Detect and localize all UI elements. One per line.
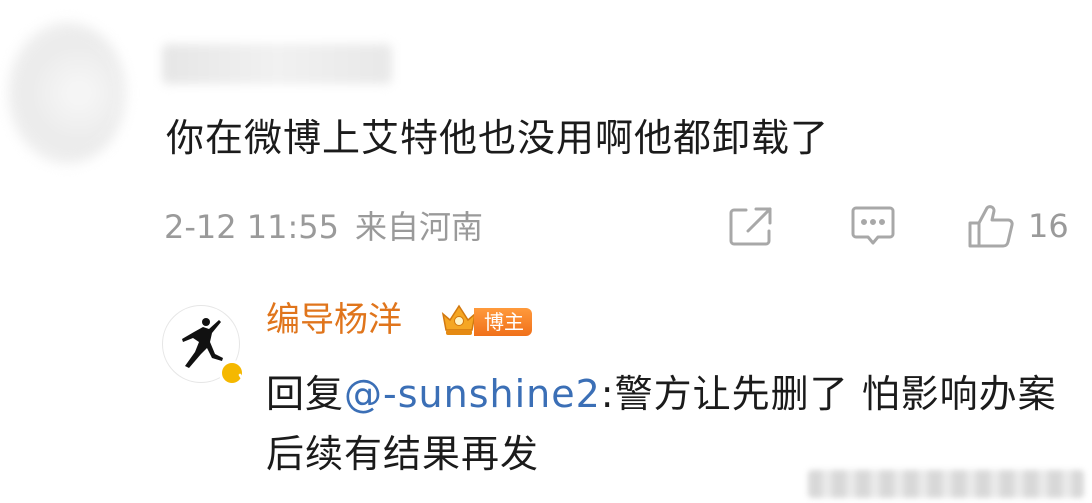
reply-button[interactable] [850, 204, 896, 248]
comment-text: 你在微博上艾特他也没用啊他都卸载了 [166, 116, 830, 160]
like-button[interactable]: 16 [966, 204, 1069, 248]
host-badge: 博主 [440, 304, 532, 340]
commenter-name-blurred[interactable] [162, 44, 392, 84]
comment-meta: 2-12 11:55 来自河南 [164, 205, 483, 249]
watermark-blurred [808, 470, 1084, 498]
share-icon [728, 205, 774, 247]
reply-author-name[interactable]: 编导杨洋 [266, 296, 402, 344]
comment-icon [850, 204, 896, 248]
share-button[interactable] [728, 204, 774, 248]
mention-link[interactable]: @-sunshine2 [344, 372, 601, 416]
verified-badge-icon [219, 360, 252, 386]
comment-location: 来自河南 [355, 208, 484, 246]
thumbs-up-icon [966, 203, 1016, 249]
like-count: 16 [1028, 207, 1069, 245]
comment-time: 2-12 11:55 [164, 208, 340, 246]
host-tag: 博主 [474, 308, 532, 336]
reply-author-avatar[interactable] [162, 305, 252, 386]
commenter-avatar-blurred[interactable] [8, 22, 126, 164]
reply-text: 回复@-sunshine2:警方让先删了 怕影响办案 后续有结果再发 [266, 364, 1066, 484]
reply-prefix: 回复 [266, 372, 345, 416]
crown-icon [440, 302, 478, 342]
